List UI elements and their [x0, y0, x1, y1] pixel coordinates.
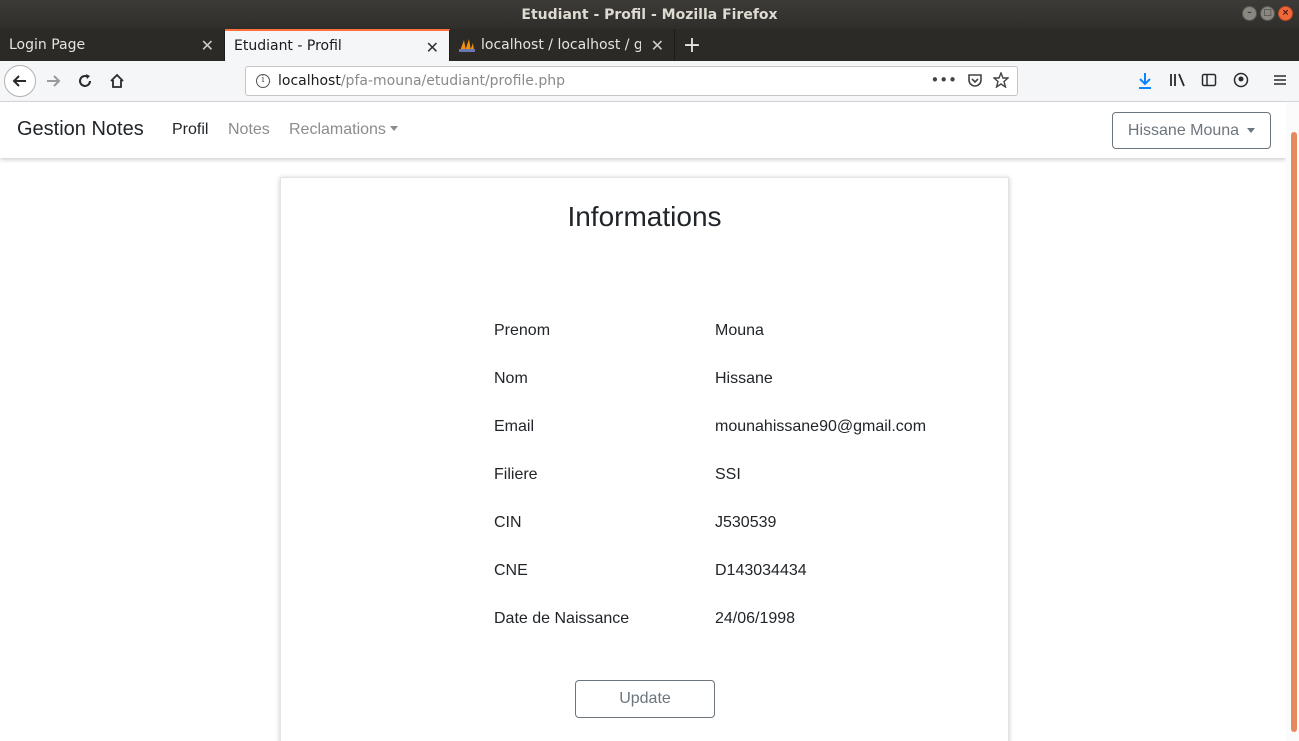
- info-row-email: Email mounahissane90@gmail.com: [494, 418, 954, 440]
- info-value: SSI: [715, 466, 741, 483]
- info-row-cin: CIN J530539: [494, 514, 954, 536]
- scrollbar-thumb[interactable]: [1291, 132, 1297, 732]
- info-label: CIN: [494, 514, 522, 531]
- info-label: Nom: [494, 370, 528, 387]
- info-row-prenom: Prenom Mouna: [494, 322, 954, 344]
- url-bar[interactable]: i localhost/pfa-mouna/etudiant/profile.p…: [245, 66, 1018, 96]
- info-value: Hissane: [715, 370, 773, 387]
- info-label: Email: [494, 418, 535, 435]
- close-tab-icon[interactable]: ✕: [201, 36, 214, 55]
- chevron-down-icon: [1247, 128, 1256, 133]
- info-label: Date de Naissance: [494, 610, 630, 627]
- info-row-filiere: Filiere SSI: [494, 466, 954, 488]
- window-titlebar: Etudiant - Profil - Mozilla Firefox – □ …: [0, 0, 1299, 29]
- info-value: Mouna: [715, 322, 764, 339]
- info-value: mounahissane90@gmail.com: [715, 418, 927, 435]
- minimize-icon[interactable]: –: [1242, 6, 1257, 21]
- nav-profil[interactable]: Profil: [172, 121, 208, 139]
- tab-etudiant-profil[interactable]: Etudiant - Profil ✕: [225, 29, 450, 61]
- info-label: Filiere: [494, 466, 538, 483]
- update-button[interactable]: Update: [575, 680, 715, 718]
- home-button[interactable]: [101, 65, 133, 97]
- back-arrow-icon: [12, 75, 26, 87]
- site-info-icon[interactable]: i: [256, 74, 270, 88]
- account-icon[interactable]: [1233, 72, 1249, 88]
- tab-strip: Login Page ✕ Etudiant - Profil ✕ localho…: [0, 29, 1299, 61]
- tab-label: Etudiant - Profil: [234, 38, 342, 54]
- info-row-nom: Nom Hissane: [494, 370, 954, 392]
- close-tab-icon[interactable]: ✕: [651, 36, 664, 55]
- phpmyadmin-icon: [459, 39, 475, 52]
- browser-toolbar: i localhost/pfa-mouna/etudiant/profile.p…: [0, 61, 1299, 102]
- window-controls: – □ ×: [1242, 6, 1293, 21]
- info-value: D143034434: [715, 562, 807, 579]
- page-actions-icon[interactable]: •••: [930, 71, 957, 89]
- info-value: J530539: [715, 514, 777, 531]
- tab-label: localhost / localhost / ge: [481, 37, 641, 53]
- chevron-down-icon: [389, 126, 398, 131]
- page-viewport: Gestion Notes Profil Notes Reclamations …: [0, 102, 1299, 741]
- bookmark-star-icon[interactable]: [993, 72, 1009, 88]
- info-row-date-naissance: Date de Naissance 24/06/1998: [494, 610, 954, 632]
- user-menu-button[interactable]: Hissane Mouna: [1112, 112, 1271, 149]
- library-icon[interactable]: [1169, 72, 1187, 88]
- maximize-icon[interactable]: □: [1260, 6, 1275, 21]
- url-path: /pfa-mouna/etudiant/profile.php: [340, 73, 565, 89]
- info-label: CNE: [494, 562, 528, 579]
- nav-reclamations-label: Reclamations: [289, 121, 386, 138]
- reload-button[interactable]: [69, 65, 101, 97]
- info-value: 24/06/1998: [715, 610, 796, 627]
- url-host: localhost: [278, 73, 341, 89]
- new-tab-button[interactable]: +: [675, 29, 709, 61]
- nav-notes[interactable]: Notes: [228, 121, 270, 139]
- menu-icon[interactable]: [1272, 72, 1288, 88]
- url-actions: •••: [930, 71, 1009, 89]
- tab-login-page[interactable]: Login Page ✕: [0, 29, 225, 61]
- user-menu-label: Hissane Mouna: [1127, 121, 1240, 139]
- close-tab-icon[interactable]: ✕: [426, 38, 439, 57]
- card-title: Informations: [567, 201, 722, 232]
- info-label: Prenom: [494, 322, 551, 339]
- brand-logo[interactable]: Gestion Notes: [17, 118, 144, 141]
- forward-arrow-icon: [47, 75, 61, 87]
- download-icon[interactable]: [1137, 72, 1153, 90]
- profile-card: Informations Prenom Mouna Nom Hissane Em…: [280, 177, 1009, 741]
- pocket-icon[interactable]: [967, 72, 983, 88]
- back-button[interactable]: [4, 65, 36, 97]
- window-title: Etudiant - Profil - Mozilla Firefox: [521, 6, 778, 23]
- sidebar-icon[interactable]: [1201, 72, 1217, 88]
- home-icon: [110, 73, 124, 88]
- reload-icon: [79, 74, 91, 87]
- nav-reclamations-dropdown[interactable]: Reclamations: [289, 121, 398, 139]
- app-navbar: Gestion Notes Profil Notes Reclamations …: [0, 102, 1286, 158]
- page-scrollbar[interactable]: [1286, 102, 1299, 741]
- window-close-icon[interactable]: ×: [1278, 6, 1293, 21]
- tab-label: Login Page: [9, 37, 86, 53]
- info-row-cne: CNE D143034434: [494, 562, 954, 584]
- tab-phpmyadmin[interactable]: localhost / localhost / ge ✕: [450, 29, 675, 61]
- forward-button[interactable]: [37, 65, 69, 97]
